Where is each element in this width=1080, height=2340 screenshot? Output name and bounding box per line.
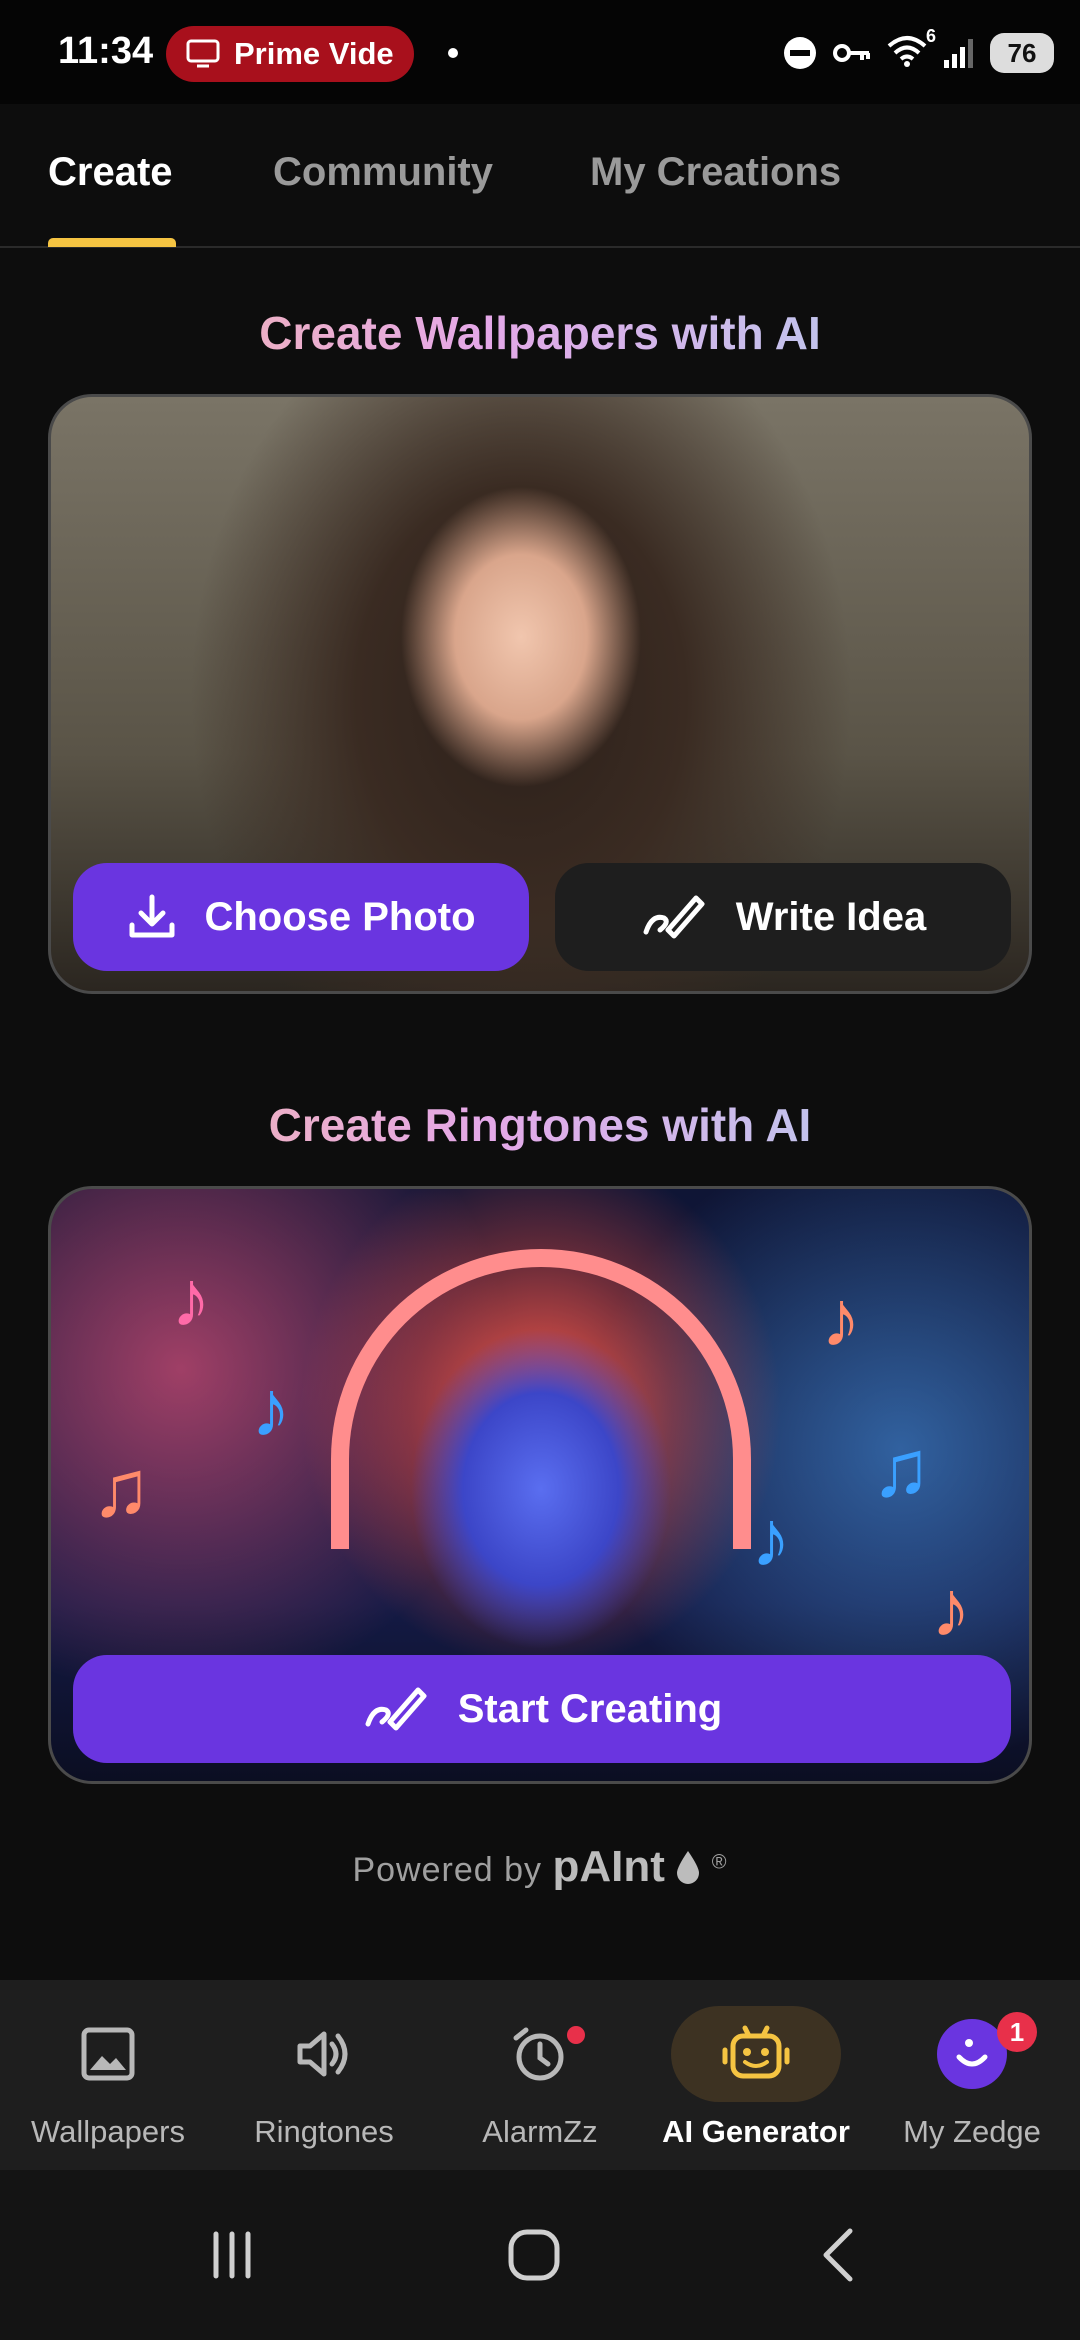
alarm-clock-icon	[513, 2027, 564, 2081]
start-creating-label: Start Creating	[457, 1686, 723, 1731]
vpn-key-icon	[833, 44, 870, 62]
pencil-scribble-icon	[643, 895, 705, 939]
do-not-disturb-icon	[784, 37, 816, 69]
powered-by-prefix: Powered by	[352, 1851, 543, 1889]
nav-wallpapers[interactable]: Wallpapers	[0, 1980, 216, 2170]
media-notification-pill[interactable]: Prime Vide	[166, 26, 414, 82]
active-tab-indicator	[48, 238, 176, 247]
top-tabs: Create Community My Creations	[0, 104, 1080, 248]
robot-face-icon	[722, 2025, 790, 2079]
media-pill-label: Prime Vide	[234, 36, 394, 71]
ringtone-card: ♪ ♫ ♪ ♪ ♫ ♪ ♪ Start Creating	[48, 1186, 1032, 1784]
registered-mark: ®	[711, 1851, 728, 1874]
image-icon	[81, 2027, 135, 2081]
choose-photo-button[interactable]: Choose Photo	[73, 863, 529, 971]
back-button[interactable]	[788, 2220, 888, 2290]
tab-community[interactable]: Community	[273, 150, 493, 195]
notification-dot	[448, 48, 458, 58]
bottom-navigation: Wallpapers Ringtones AlarmZz AI Generato…	[0, 1980, 1080, 2170]
recent-apps-button[interactable]	[182, 2220, 282, 2290]
nav-ai-generator-label: AI Generator	[662, 2114, 850, 2149]
ringtone-section-title: Create Ringtones with AI	[0, 1098, 1080, 1152]
tv-icon	[186, 39, 220, 68]
drop-icon	[677, 1851, 700, 1884]
nav-my-zedge[interactable]: 1 My Zedge	[864, 1980, 1080, 2170]
wallpaper-section-title: Create Wallpapers with AI	[0, 306, 1080, 360]
pencil-scribble-icon	[365, 1687, 427, 1731]
nav-ringtones[interactable]: Ringtones	[216, 1980, 432, 2170]
paint-brand-logo: pAInt	[552, 1842, 665, 1891]
back-chevron-icon	[823, 2228, 853, 2282]
nav-ai-generator[interactable]: AI Generator	[648, 1980, 864, 2170]
status-time: 11:34	[58, 30, 154, 72]
powered-by: Powered by pAInt ®	[0, 1842, 1080, 1892]
wifi-superscript: 6	[925, 25, 936, 46]
status-bar: 11:34 Prime Vide 6 76	[0, 0, 1080, 104]
nav-ringtones-label: Ringtones	[254, 2114, 394, 2149]
start-creating-button[interactable]: Start Creating	[73, 1655, 1011, 1763]
wifi-icon: 6	[886, 26, 936, 73]
tab-create[interactable]: Create	[48, 150, 173, 195]
cell-signal-icon	[944, 39, 973, 68]
tab-my-creations[interactable]: My Creations	[590, 150, 841, 195]
recent-apps-icon	[213, 2231, 251, 2279]
write-idea-label: Write Idea	[735, 894, 927, 939]
home-button[interactable]	[484, 2220, 584, 2290]
nav-alarmzz[interactable]: AlarmZz	[432, 1980, 648, 2170]
alarm-notification-dot	[567, 2026, 585, 2044]
speaker-icon	[297, 2031, 348, 2077]
write-idea-button[interactable]: Write Idea	[555, 863, 1011, 971]
status-icons: 6 76	[782, 26, 1054, 76]
nav-my-zedge-label: My Zedge	[903, 2114, 1041, 2149]
my-zedge-badge: 1	[997, 2012, 1037, 2052]
nav-wallpapers-label: Wallpapers	[31, 2114, 185, 2149]
home-icon	[508, 2229, 560, 2281]
download-icon	[129, 894, 175, 938]
wallpaper-card: Choose Photo Write Idea	[48, 394, 1032, 994]
battery-indicator: 76	[990, 33, 1054, 73]
choose-photo-label: Choose Photo	[204, 894, 476, 939]
system-navigation-bar	[0, 2170, 1080, 2340]
nav-alarmzz-label: AlarmZz	[482, 2114, 598, 2149]
